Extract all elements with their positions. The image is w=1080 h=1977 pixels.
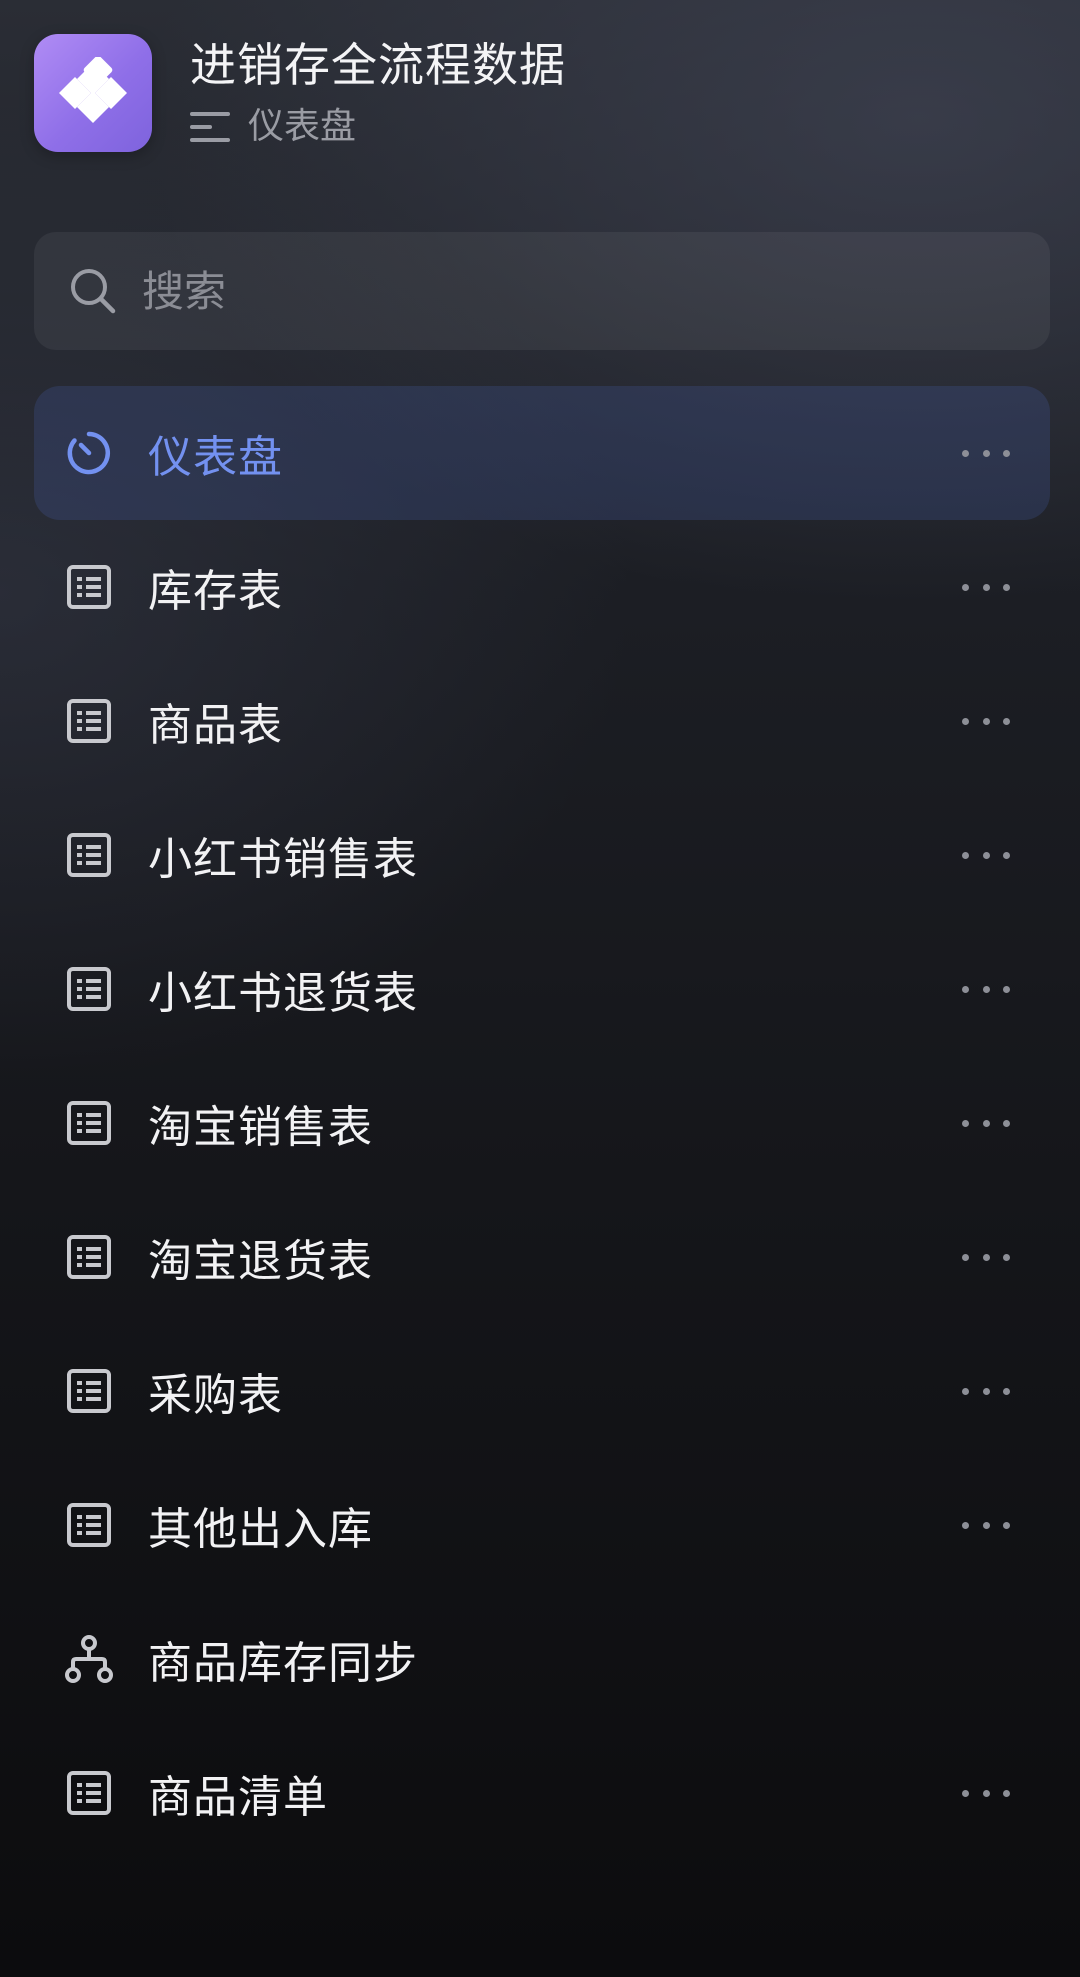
more-dot [962, 583, 969, 591]
app-logo[interactable] [34, 34, 152, 152]
more-dot [1003, 1387, 1010, 1395]
more-dot [982, 583, 990, 591]
more-dot [1003, 1119, 1010, 1127]
header-text: 进销存全流程数据 仪表盘 [190, 37, 566, 149]
more-dot [1003, 851, 1010, 859]
table-icon [64, 696, 114, 746]
app-title: 进销存全流程数据 [190, 38, 566, 92]
more-dot [962, 1253, 969, 1261]
more-dot [962, 985, 969, 993]
workflow-icon [64, 1634, 114, 1684]
more-dot [982, 1119, 990, 1127]
sidebar-item-4[interactable]: 小红书退货表 [34, 922, 1050, 1056]
more-dot [1003, 1521, 1010, 1529]
more-dot [962, 1789, 969, 1797]
sidebar-item-1[interactable]: 库存表 [34, 520, 1050, 654]
more-dot [1003, 1789, 1010, 1797]
sidebar-item-label: 商品清单 [148, 1772, 328, 1823]
table-icon [64, 1098, 114, 1148]
more-dot [962, 1387, 969, 1395]
sidebar-item-2[interactable]: 商品表 [34, 654, 1050, 788]
app-header: 进销存全流程数据 仪表盘 [34, 34, 566, 152]
more-dot [982, 851, 990, 859]
sidebar-item-8[interactable]: 其他出入库 [34, 1458, 1050, 1592]
table-icon [64, 1232, 114, 1282]
current-view-label: 仪表盘 [248, 106, 357, 147]
more-dot [982, 1789, 990, 1797]
table-icon [64, 1768, 114, 1818]
sidebar-item-label: 仪表盘 [148, 432, 283, 483]
more-dot [982, 985, 990, 993]
more-options-icon[interactable] [962, 1247, 1010, 1267]
more-dot [1003, 449, 1010, 457]
sidebar-item-6[interactable]: 淘宝退货表 [34, 1190, 1050, 1324]
more-dot [962, 717, 969, 725]
table-icon [64, 830, 114, 880]
view-switcher[interactable]: 仪表盘 [190, 105, 566, 149]
more-dot [962, 449, 969, 457]
more-options-icon[interactable] [962, 1113, 1010, 1133]
sidebar-item-7[interactable]: 采购表 [34, 1324, 1050, 1458]
more-dot [1003, 717, 1010, 725]
more-dot [982, 717, 990, 725]
sidebar-item-label: 库存表 [148, 566, 283, 617]
sidebar-item-label: 采购表 [148, 1370, 283, 1421]
more-dot [962, 1521, 969, 1529]
sidebar-item-label: 商品库存同步 [148, 1638, 418, 1689]
more-dot [1003, 985, 1010, 993]
sidebar-item-label: 其他出入库 [148, 1504, 373, 1555]
more-dot [982, 1521, 990, 1529]
more-options-icon[interactable] [962, 577, 1010, 597]
sidebar-item-label: 淘宝退货表 [148, 1236, 373, 1287]
more-options-icon[interactable] [962, 1515, 1010, 1535]
more-dot [962, 851, 969, 859]
table-icon [64, 1500, 114, 1550]
search-icon [71, 269, 116, 314]
more-dot [982, 449, 990, 457]
more-options-icon[interactable] [962, 443, 1010, 463]
sidebar-item-10[interactable]: 商品清单 [34, 1726, 1050, 1860]
sidebar-nav: 仪表盘 库存表 商品表 小红书销售表 小红书退货表 淘宝销售表 淘宝退货表 采购… [34, 386, 1050, 1860]
more-options-icon[interactable] [962, 1381, 1010, 1401]
sidebar-item-label: 小红书退货表 [148, 968, 418, 1019]
more-options-icon[interactable] [962, 1783, 1010, 1803]
more-dot [1003, 1253, 1010, 1261]
sidebar-item-0[interactable]: 仪表盘 [34, 386, 1050, 520]
more-options-icon[interactable] [962, 979, 1010, 999]
sidebar-item-5[interactable]: 淘宝销售表 [34, 1056, 1050, 1190]
sidebar-item-9[interactable]: 商品库存同步 [34, 1592, 1050, 1726]
sidebar-item-label: 小红书销售表 [148, 834, 418, 885]
table-icon [64, 562, 114, 612]
search-input[interactable] [142, 232, 1050, 350]
menu-lines-icon [190, 112, 230, 142]
search-bar[interactable] [34, 232, 1050, 350]
more-options-icon[interactable] [962, 711, 1010, 731]
sidebar-item-label: 商品表 [148, 700, 283, 751]
table-icon [64, 1366, 114, 1416]
diamond-grid-icon [59, 57, 127, 123]
more-options-icon[interactable] [962, 845, 1010, 865]
more-dot [1003, 583, 1010, 591]
more-dot [982, 1387, 990, 1395]
table-icon [64, 964, 114, 1014]
sidebar-item-3[interactable]: 小红书销售表 [34, 788, 1050, 922]
more-dot [962, 1119, 969, 1127]
sidebar-item-label: 淘宝销售表 [148, 1102, 373, 1153]
more-dot [982, 1253, 990, 1261]
dashboard-icon [64, 428, 114, 478]
